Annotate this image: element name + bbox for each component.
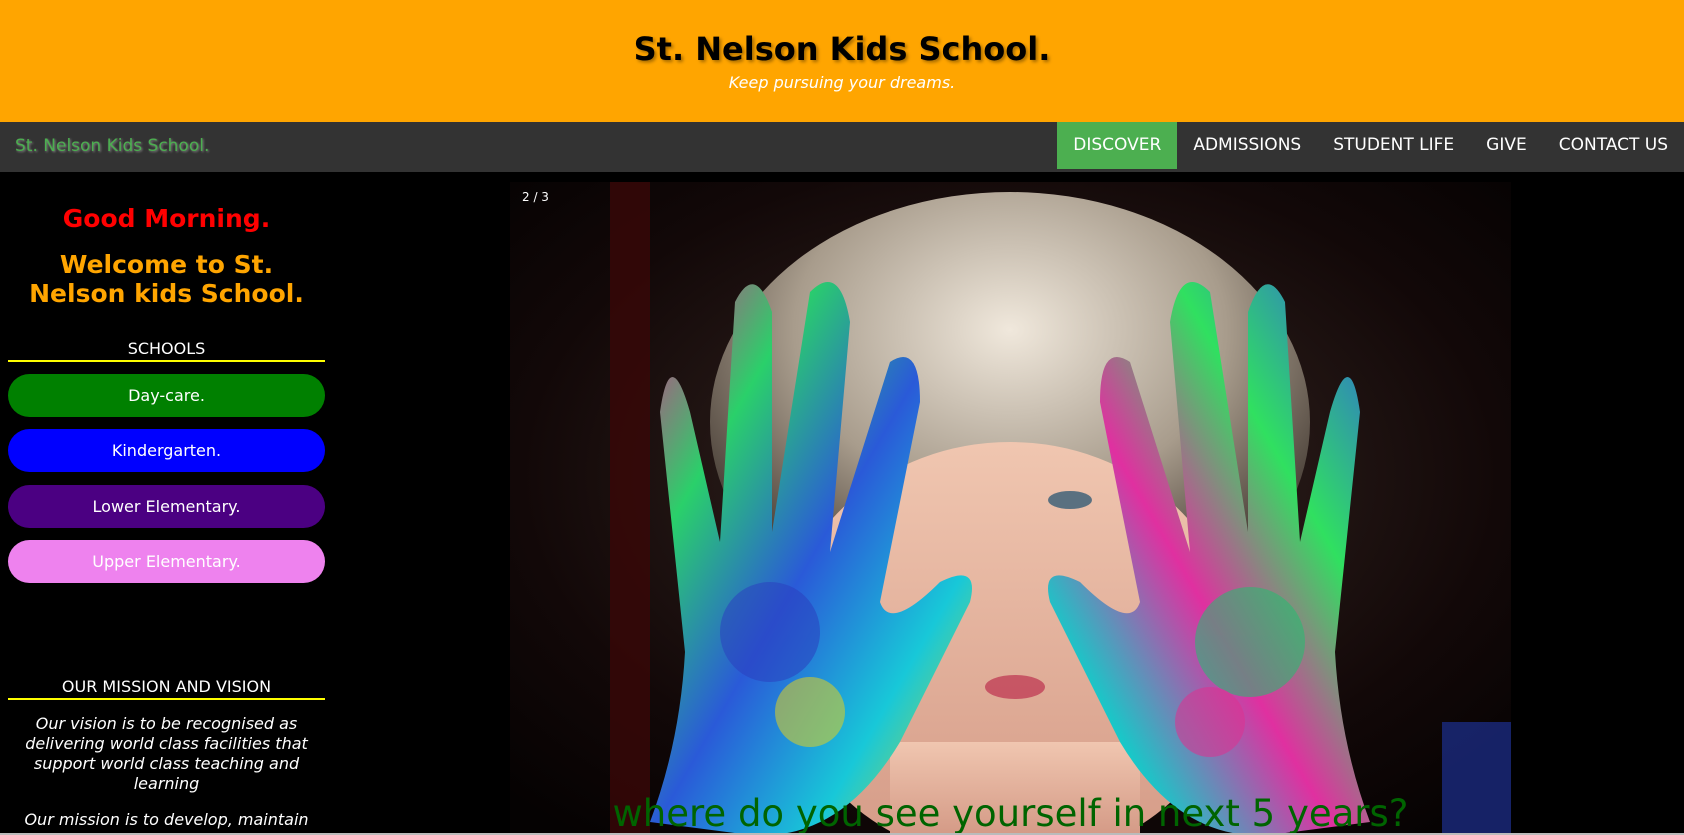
nav-item-student-life[interactable]: STUDENT LIFE: [1317, 122, 1470, 169]
school-button-lower-elementary[interactable]: Lower Elementary.: [8, 485, 325, 528]
site-header: St. Nelson Kids School. Keep pursuing yo…: [0, 0, 1684, 122]
mission-heading: OUR MISSION AND VISION: [8, 677, 325, 700]
site-tagline: Keep pursuing your dreams.: [728, 73, 956, 92]
mission-text: Our mission is to develop, maintain and …: [24, 810, 309, 835]
slide-counter: 2 / 3: [522, 190, 549, 204]
sidebar: Good Morning. Welcome to St. Nelson kids…: [0, 172, 333, 835]
nav-item-discover[interactable]: DISCOVER: [1057, 122, 1178, 169]
mission-text-block: Our vision is to be recognised as delive…: [15, 714, 318, 835]
nav-brand[interactable]: St. Nelson Kids School.: [15, 136, 209, 156]
top-navbar: St. Nelson Kids School. DISCOVER ADMISSI…: [0, 122, 1684, 172]
nav-item-contact-us[interactable]: CONTACT US: [1543, 122, 1684, 169]
schools-heading: SCHOOLS: [8, 339, 325, 362]
slideshow[interactable]: 2 / 3 where do you see yourself in next …: [510, 182, 1511, 835]
site-title: St. Nelson Kids School.: [633, 30, 1051, 68]
nav-item-give[interactable]: GIVE: [1470, 122, 1543, 169]
nav-menu: DISCOVER ADMISSIONS STUDENT LIFE GIVE CO…: [1057, 122, 1684, 169]
vision-text: Our vision is to be recognised as delive…: [25, 714, 308, 793]
school-button-day-care[interactable]: Day-care.: [8, 374, 325, 417]
nav-item-admissions[interactable]: ADMISSIONS: [1177, 122, 1317, 169]
school-button-upper-elementary[interactable]: Upper Elementary.: [8, 540, 325, 583]
greeting: Good Morning.: [62, 204, 271, 233]
welcome-message: Welcome to St. Nelson kids School.: [29, 250, 304, 308]
school-button-kindergarten[interactable]: Kindergarten.: [8, 429, 325, 472]
slide-caption: where do you see yourself in next 5 year…: [612, 792, 1409, 835]
child-with-painted-hands-image: [510, 182, 1511, 835]
